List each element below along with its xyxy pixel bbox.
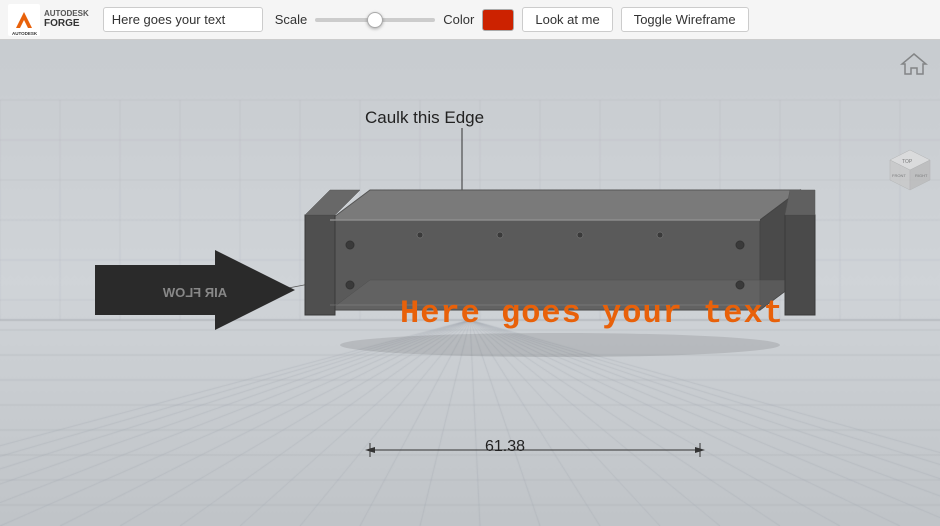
autodesk-forge-logo: AUTODESK — [8, 4, 40, 36]
scale-slider[interactable] — [315, 18, 435, 22]
scale-label: Scale — [275, 12, 308, 27]
toolbar: AUTODESK AUTODESK FORGE Scale Color Look… — [0, 0, 940, 40]
logo-forge-text: FORGE — [44, 18, 89, 29]
toggle-wireframe-button[interactable]: Toggle Wireframe — [621, 7, 749, 32]
home-icon-button[interactable] — [900, 50, 928, 78]
color-swatch[interactable] — [482, 9, 514, 31]
viewport: TOP FRONT RIGHT Caulk this Edge — [0, 40, 940, 526]
logo-autodesk-text: AUTODESK — [44, 10, 89, 19]
grid-canvas — [0, 40, 940, 526]
logo-area: AUTODESK AUTODESK FORGE — [8, 4, 89, 36]
color-label: Color — [443, 12, 474, 27]
look-at-me-button[interactable]: Look at me — [522, 7, 612, 32]
svg-text:AUTODESK: AUTODESK — [12, 31, 38, 36]
text-input[interactable] — [103, 7, 263, 32]
